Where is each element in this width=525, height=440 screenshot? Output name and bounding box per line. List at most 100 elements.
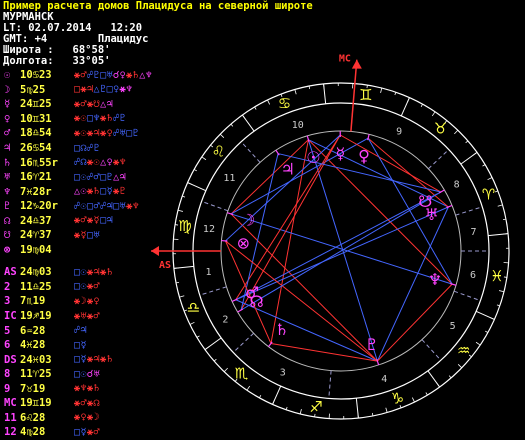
aspect-glyph: □☉: [74, 267, 87, 278]
planet-label: ☿: [4, 98, 20, 110]
planet-glyph-icon: ☊: [250, 292, 264, 311]
planet-aspects: ⚹☉⚹♃⚹♀☍♅□♇: [74, 128, 139, 139]
aspect-glyph: ⚹♀: [87, 296, 100, 307]
house-label: DS: [4, 354, 20, 366]
house-label: 6: [4, 339, 20, 351]
house-number: 4: [381, 374, 387, 385]
planet-aspects: △☉⚹♄□☿⚹♇: [74, 186, 126, 197]
sign-boundary: [188, 183, 206, 191]
house-number: 5: [450, 321, 456, 332]
aspect-line: [368, 138, 448, 207]
planet-row: ♂18♎54⚹☉⚹♃⚹♀☍♅□♇: [4, 126, 152, 141]
house-number: 2: [222, 315, 228, 326]
house-aspects: □☿⚹♂: [74, 427, 100, 438]
degree-tick: [309, 86, 310, 89]
house-number: 6: [470, 270, 476, 281]
aspect-glyph: ⚹☿: [74, 230, 87, 241]
degree-tick: [247, 386, 250, 390]
degree-tick: [179, 296, 184, 297]
degree-tick: [485, 331, 488, 332]
house-row: 811♈25□☉☌♅: [4, 367, 152, 382]
planet-aspects: □☉☍♂□♇△♃: [74, 172, 126, 183]
zodiac-sign-icon: ♈: [482, 186, 495, 204]
planet-row: ☉10♋23⚹♂☍♇□♅☌♀⚹♄△♆: [4, 68, 152, 83]
planet-label: ♄: [4, 157, 20, 169]
planet-position: 12♑20r: [20, 200, 74, 212]
aspect-glyph: □☉: [74, 172, 87, 183]
aspect-glyph: □☿: [74, 354, 87, 365]
degree-tick: [220, 134, 224, 137]
planet-glyph-icon: ♄: [275, 320, 289, 339]
planet-row: ☿24♊25⚹♂⚹☋△♃: [4, 97, 152, 112]
aspect-glyph: □♅: [100, 70, 113, 81]
aspect-line: [231, 214, 452, 284]
aspect-glyph: □♆: [87, 113, 100, 124]
aspect-glyph: ⚹♂: [74, 215, 87, 226]
house-aspects: ☍♃: [74, 325, 87, 336]
house-number: 11: [223, 173, 235, 184]
aspect-glyph: □☿: [74, 427, 87, 438]
aspect-glyph: △♀: [100, 157, 113, 168]
planet-glyph-icon: ☿: [335, 144, 345, 163]
sign-boundary: [242, 115, 254, 131]
planet-glyph-icon: ♇: [365, 335, 379, 354]
planet-aspects: ⚹♂⚹☿□♃: [74, 215, 113, 226]
house-cusp-line: [200, 287, 227, 295]
house-cusp-line: [241, 142, 260, 163]
planet-row: ♄16♏55r☍☊⚹☉△♀⚹♆: [4, 155, 152, 170]
sign-boundary: [273, 386, 281, 404]
planet-position: 24♈37: [20, 229, 74, 241]
aspect-glyph: □☿: [74, 340, 87, 351]
degree-tick: [231, 124, 233, 126]
degree-tick: [476, 342, 480, 345]
aspect-glyph: ☍♃: [74, 325, 87, 336]
degree-tick: [295, 89, 296, 94]
house-label: 11: [4, 412, 20, 424]
sign-boundary: [488, 234, 508, 236]
degree-tick: [495, 191, 498, 192]
aspect-glyph: ⚹♆: [74, 383, 87, 394]
house-number: 12: [203, 224, 215, 235]
planet-label: ☽: [4, 84, 20, 96]
sign-boundary: [205, 338, 221, 350]
planet-row: ☋24♈37⚹☿□♅: [4, 228, 152, 243]
planet-position: 5♍25: [20, 84, 74, 96]
aspect-glyph: ☍☉: [74, 201, 87, 212]
planet-aspects: ☍☉□♂☍♃□♅⚹♆: [74, 201, 139, 212]
degree-tick: [381, 88, 382, 93]
degree-tick: [458, 364, 462, 367]
degree-tick: [412, 398, 414, 402]
planet-position: 10♋23: [20, 69, 74, 81]
house-position: 4♓28: [20, 339, 74, 351]
aspect-line: [340, 135, 441, 192]
zodiac-sign-icon: ♎: [187, 298, 200, 316]
aspect-glyph: ⚹♅: [74, 311, 87, 322]
sign-boundary: [356, 398, 358, 418]
house-row: 211♎25□☉⚹♂: [4, 280, 152, 295]
house-row: 97♉19⚹♆⚹♄: [4, 381, 152, 396]
degree-tick: [466, 141, 468, 143]
zodiac-sign-icon: ♌: [212, 142, 225, 160]
aspect-glyph: □♅: [87, 230, 100, 241]
house-position: 4♍28: [20, 426, 74, 438]
house-aspects: ⚹☽⚹♀: [74, 296, 100, 307]
planet-position: 19♍04: [20, 244, 74, 256]
planet-aspects: ⚹♂☍♇□♅☌♀⚹♄△♆: [74, 70, 152, 81]
aspect-glyph: □⚹♃: [74, 84, 94, 95]
house-number: 7: [470, 227, 476, 238]
house-row: 124♍28□☿⚹♂: [4, 425, 152, 440]
midheaven-axis: [351, 60, 357, 132]
aspect-glyph: △♇: [94, 84, 107, 95]
aspect-glyph: ⚹♃: [87, 354, 100, 365]
planet-position: 26♋54: [20, 142, 74, 154]
zodiac-sign-icon: ♏: [235, 365, 249, 383]
table-spacer: [4, 257, 152, 265]
house-label: IC: [4, 310, 20, 322]
aspect-glyph: ⚹♄: [100, 267, 113, 278]
aspect-glyph: ☍♃: [100, 201, 113, 212]
house-cusp-line: [456, 207, 483, 215]
planet-glyph-icon: ♃: [281, 160, 295, 179]
degree-tick: [178, 210, 183, 211]
sign-boundary: [428, 371, 440, 387]
house-cusp-line: [422, 340, 441, 361]
